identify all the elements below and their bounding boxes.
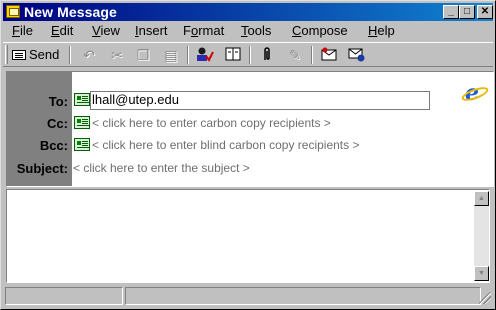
to-label: To: — [48, 94, 68, 109]
toolbar-separator — [311, 46, 313, 64]
cut-icon[interactable]: ✂ — [107, 46, 127, 64]
insert-card-icon[interactable] — [319, 46, 339, 64]
scroll-down-button[interactable]: ▼ — [474, 266, 489, 281]
menu-help[interactable]: Help — [368, 23, 395, 38]
resize-grip-icon[interactable] — [479, 292, 491, 304]
attach-icon[interactable] — [257, 46, 277, 64]
menu-file[interactable]: File — [12, 23, 33, 38]
cc-field[interactable]: < click here to enter carbon copy recipi… — [92, 116, 331, 130]
toolbar-separator — [249, 46, 251, 64]
toolbar: Send ↶ ✂ ❐ ▤ ✎ — [3, 42, 493, 67]
paste-icon[interactable]: ▤ — [161, 46, 181, 64]
minimize-button[interactable]: _ — [443, 5, 459, 19]
vertical-scrollbar[interactable]: ▲ ▼ — [474, 191, 489, 281]
menu-compose[interactable]: Compose — [292, 23, 348, 38]
window-title: New Message — [24, 4, 117, 20]
security-icon[interactable] — [347, 46, 367, 64]
cc-label: Cc: — [47, 116, 68, 131]
message-header: To: Cc: Bcc: Subject: lhall@utep.edu < c… — [6, 71, 494, 187]
menu-tools[interactable]: Tools — [241, 23, 271, 38]
undo-icon[interactable]: ↶ — [79, 46, 99, 64]
scroll-up-button[interactable]: ▲ — [474, 191, 489, 206]
cc-row: < click here to enter carbon copy recipi… — [73, 113, 473, 133]
status-pane-secondary — [125, 287, 481, 305]
address-book-icon[interactable] — [223, 46, 243, 64]
bcc-label: Bcc: — [39, 138, 68, 153]
internet-explorer-logo: e — [465, 80, 479, 106]
status-pane-main — [5, 287, 123, 305]
to-field[interactable]: lhall@utep.edu — [90, 91, 430, 110]
subject-label: Subject: — [16, 161, 68, 176]
menu-insert[interactable]: Insert — [135, 23, 168, 38]
bcc-field[interactable]: < click here to enter blind carbon copy … — [92, 138, 359, 152]
status-bar — [3, 286, 493, 306]
address-card-icon[interactable] — [74, 138, 90, 151]
message-body: ▲ ▼ — [6, 189, 490, 283]
message-body-editor[interactable] — [9, 192, 473, 280]
menu-view[interactable]: View — [92, 23, 120, 38]
bcc-row: < click here to enter blind carbon copy … — [73, 135, 483, 155]
send-button[interactable]: Send — [10, 45, 66, 65]
envelope-icon — [6, 5, 20, 18]
close-button[interactable]: ✕ — [477, 5, 493, 19]
send-icon — [12, 50, 26, 60]
copy-icon[interactable]: ❐ — [133, 46, 153, 64]
address-card-icon[interactable] — [74, 116, 90, 129]
check-names-icon[interactable] — [195, 46, 215, 64]
toolbar-separator — [69, 46, 71, 64]
new-message-window: New Message _ □ ✕ File Edit View Insert … — [0, 0, 496, 310]
address-card-icon[interactable] — [74, 93, 90, 106]
title-bar[interactable]: New Message _ □ ✕ — [3, 3, 493, 21]
toolbar-separator — [187, 46, 189, 64]
header-label-column: To: Cc: Bcc: Subject: — [7, 72, 72, 186]
toolbar-grip[interactable] — [5, 45, 8, 64]
signature-icon[interactable]: ✎ — [285, 46, 305, 64]
maximize-button[interactable]: □ — [459, 5, 475, 19]
subject-row: < click here to enter the subject > — [73, 158, 473, 178]
menu-bar: File Edit View Insert Format Tools Compo… — [3, 22, 493, 40]
subject-field[interactable]: < click here to enter the subject > — [73, 161, 250, 175]
menu-edit[interactable]: Edit — [51, 23, 73, 38]
to-row: lhall@utep.edu — [73, 90, 453, 110]
menu-format[interactable]: Format — [183, 23, 224, 38]
